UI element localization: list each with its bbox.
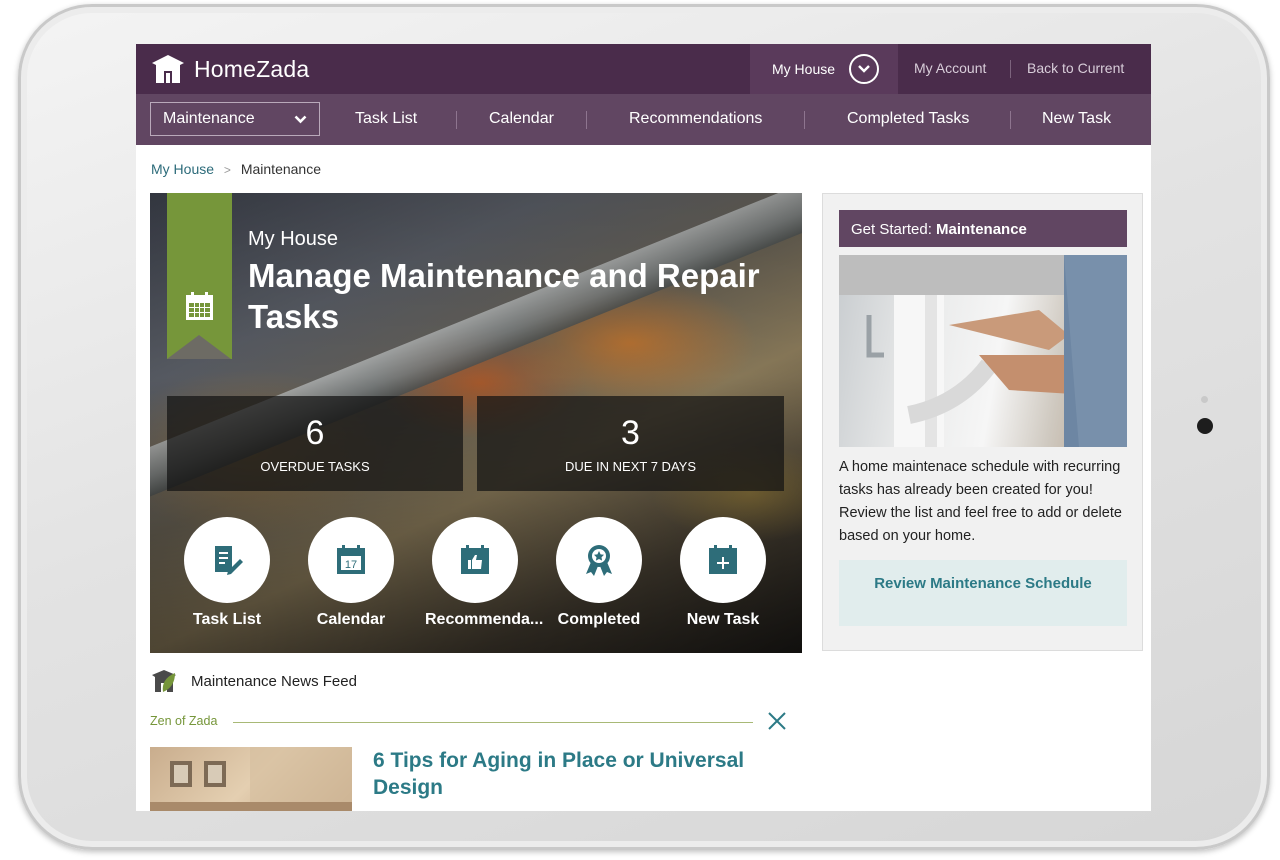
article-title[interactable]: 6 Tips for Aging in Place or Universal D… — [373, 747, 793, 801]
overdue-count: 6 — [305, 414, 325, 452]
hero-title: Manage Maintenance and Repair Tasks — [248, 257, 760, 335]
calendar-day-number: 17 — [345, 559, 357, 571]
tablet-sensor — [1201, 396, 1208, 403]
feed-divider — [233, 722, 753, 723]
nav-calendar[interactable]: Calendar — [489, 110, 554, 128]
chevron-down-icon — [294, 115, 307, 123]
nav-task-list[interactable]: Task List — [355, 110, 417, 128]
breadcrumb-separator: > — [223, 163, 231, 177]
section-nav: Maintenance Task List Calendar Recommend… — [136, 94, 1151, 145]
breadcrumb-current: Maintenance — [240, 161, 321, 177]
get-started-heading: Get Started: Maintenance — [839, 210, 1127, 247]
due-soon-label: DUE IN NEXT 7 DAYS — [565, 459, 696, 474]
app-screen: HomeZada My House My Account Back to Cur… — [136, 44, 1151, 811]
due-soon-count: 3 — [621, 414, 640, 452]
nav-divider — [586, 111, 587, 129]
top-bar: HomeZada My House My Account Back to Cur… — [136, 44, 1151, 94]
brand-logo[interactable]: HomeZada — [150, 50, 309, 88]
nav-new-task[interactable]: New Task — [1042, 110, 1111, 128]
quick-action-label: Calendar — [316, 611, 386, 628]
get-started-panel: Get Started: Maintenance A home maintena… — [822, 193, 1143, 651]
task-list-icon — [215, 546, 243, 575]
nav-divider — [456, 111, 457, 129]
section-select[interactable]: Maintenance — [150, 102, 320, 136]
quick-action-label: Recommenda... — [425, 611, 544, 628]
calendar-plus-icon — [709, 545, 737, 574]
breadcrumb-home[interactable]: My House — [151, 161, 214, 177]
close-icon[interactable] — [766, 710, 788, 732]
quick-action-task-list[interactable]: Task List — [177, 517, 277, 629]
overdue-tasks-stat[interactable]: 6 OVERDUE TASKS — [167, 396, 463, 491]
quick-action-new-task[interactable]: New Task — [673, 517, 773, 629]
award-ribbon-icon — [586, 545, 612, 576]
get-started-heading-prefix: Get Started: — [851, 221, 937, 238]
my-account-link[interactable]: My Account — [914, 60, 986, 76]
news-feed-heading: Maintenance News Feed — [151, 669, 357, 693]
quick-action-recommendations[interactable]: Recommenda... — [425, 517, 544, 629]
overdue-label: OVERDUE TASKS — [260, 459, 370, 474]
nav-divider — [804, 111, 805, 129]
top-divider — [1010, 60, 1011, 78]
feed-category-label[interactable]: Zen of Zada — [150, 714, 217, 728]
nav-recommendations[interactable]: Recommendations — [629, 110, 762, 128]
quick-action-calendar[interactable]: 17 Calendar — [301, 517, 401, 629]
article-thumbnail[interactable] — [150, 747, 352, 811]
brand-name: HomeZada — [194, 55, 310, 82]
calendar-17-icon: 17 — [337, 545, 365, 574]
section-select-value: Maintenance — [163, 110, 255, 127]
quick-action-label: Completed — [557, 611, 641, 628]
calendar-icon — [186, 292, 213, 320]
quick-action-label: New Task — [686, 611, 760, 628]
plumber-photo — [839, 255, 1127, 447]
due-soon-stat[interactable]: 3 DUE IN NEXT 7 DAYS — [477, 396, 784, 491]
chevron-down-icon[interactable] — [849, 54, 880, 84]
hero-banner: My House Manage Maintenance and Repair T… — [150, 193, 802, 653]
quick-action-completed[interactable]: Completed — [549, 517, 649, 629]
review-schedule-button[interactable]: Review Maintenance Schedule — [839, 560, 1127, 626]
homezada-leaf-icon — [152, 670, 176, 692]
get-started-heading-bold: Maintenance — [936, 221, 1027, 238]
house-logo-icon — [152, 55, 184, 83]
back-to-current-link[interactable]: Back to Current — [1027, 60, 1124, 76]
hero-subtitle: My House — [248, 228, 339, 250]
nav-completed-tasks[interactable]: Completed Tasks — [847, 110, 969, 128]
thumbs-up-calendar-icon — [461, 545, 489, 574]
quick-action-label: Task List — [192, 611, 262, 628]
house-selector-label: My House — [772, 61, 836, 77]
news-feed-title: Maintenance News Feed — [191, 672, 357, 690]
house-selector[interactable]: My House — [750, 44, 898, 94]
nav-divider — [1010, 111, 1011, 129]
tablet-camera — [1197, 418, 1213, 434]
get-started-description: A home maintenace schedule with recurrin… — [839, 459, 1122, 544]
breadcrumb: My House > Maintenance — [151, 161, 321, 177]
